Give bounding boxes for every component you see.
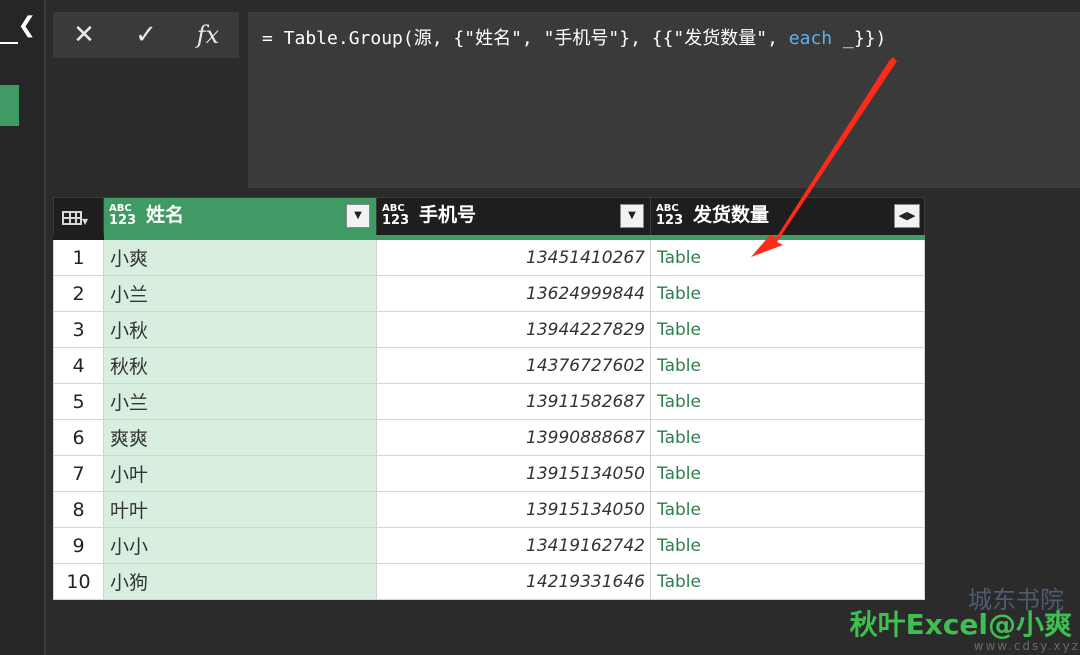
any-type-icon[interactable]: ABC 123 [109, 203, 137, 227]
row-number[interactable]: 5 [53, 383, 104, 420]
row-number[interactable]: 1 [53, 237, 104, 276]
fx-icon[interactable]: fx [183, 12, 233, 58]
cell-name[interactable]: 小秋 [103, 311, 377, 348]
formula-suffix: _}}) [832, 28, 887, 49]
active-query-indicator[interactable] [0, 85, 19, 126]
table-row: 10 小狗 14219331646 Table [53, 563, 925, 600]
cell-phone[interactable]: 13915134050 [376, 491, 651, 528]
table-row: 1 小爽 13451410267 Table [53, 237, 925, 276]
cell-table-link[interactable]: Table [650, 275, 925, 312]
chevron-left-icon: ❮ [17, 13, 36, 38]
cell-phone[interactable]: 13944227829 [376, 311, 651, 348]
close-icon[interactable]: ✕ [59, 12, 109, 58]
queries-pane-collapsed: ❮ [0, 0, 46, 655]
column-title: 姓名 [146, 204, 185, 226]
row-number[interactable]: 4 [53, 347, 104, 384]
row-number[interactable]: 6 [53, 419, 104, 456]
cell-table-link[interactable]: Table [650, 237, 925, 276]
power-query-editor: ❮ ✕ ✓ fx = Table.Group(源, {"姓名", "手机号"},… [0, 0, 1080, 655]
formula-prefix: = Table.Group(源, {"姓名", "手机号"}, {{"发货数量"… [262, 28, 789, 49]
row-number[interactable]: 7 [53, 455, 104, 492]
cell-phone[interactable]: 14219331646 [376, 563, 651, 600]
row-number[interactable]: 3 [53, 311, 104, 348]
cell-table-link[interactable]: Table [650, 383, 925, 420]
column-title: 手机号 [419, 204, 477, 226]
column-header-phone[interactable]: ABC 123 手机号 ▼ [376, 197, 651, 240]
expand-column-icon[interactable]: ◀▶ [894, 204, 920, 228]
row-number[interactable]: 2 [53, 275, 104, 312]
cell-phone[interactable]: 13911582687 [376, 383, 651, 420]
table-row: 9 小小 13419162742 Table [53, 527, 925, 564]
row-number[interactable]: 8 [53, 491, 104, 528]
cell-table-link[interactable]: Table [650, 527, 925, 564]
cell-name[interactable]: 小小 [103, 527, 377, 564]
formula-bar[interactable]: = Table.Group(源, {"姓名", "手机号"}, {{"发货数量"… [248, 12, 1080, 188]
cell-table-link[interactable]: Table [650, 491, 925, 528]
column-header-name[interactable]: ABC 123 姓名 ▼ [103, 197, 377, 240]
table-row: 5 小兰 13911582687 Table [53, 383, 925, 420]
cell-name[interactable]: 小兰 [103, 275, 377, 312]
cell-name[interactable]: 叶叶 [103, 491, 377, 528]
formula-controls: ✕ ✓ fx [53, 12, 239, 58]
cell-phone[interactable]: 13990888687 [376, 419, 651, 456]
table-row: 2 小兰 13624999844 Table [53, 275, 925, 312]
cell-name[interactable]: 爽爽 [103, 419, 377, 456]
cell-phone[interactable]: 13419162742 [376, 527, 651, 564]
formula-keyword: each [788, 28, 833, 49]
cell-name[interactable]: 小爽 [103, 237, 377, 276]
filter-dropdown-icon[interactable]: ▼ [346, 204, 370, 228]
cell-table-link[interactable]: Table [650, 455, 925, 492]
cell-name[interactable]: 小叶 [103, 455, 377, 492]
cell-table-link[interactable]: Table [650, 563, 925, 600]
cell-table-link[interactable]: Table [650, 347, 925, 384]
table-row: 8 叶叶 13915134050 Table [53, 491, 925, 528]
filter-dropdown-icon[interactable]: ▼ [620, 204, 644, 228]
row-number[interactable]: 9 [53, 527, 104, 564]
table-row: 3 小秋 13944227829 Table [53, 311, 925, 348]
cell-phone[interactable]: 14376727602 [376, 347, 651, 384]
table-grid-icon [62, 210, 82, 225]
cell-phone[interactable]: 13451410267 [376, 237, 651, 276]
table-row: 7 小叶 13915134050 Table [53, 455, 925, 492]
column-title: 发货数量 [693, 204, 770, 226]
table-row: 4 秋秋 14376727602 Table [53, 347, 925, 384]
cell-table-link[interactable]: Table [650, 419, 925, 456]
row-number[interactable]: 10 [53, 563, 104, 600]
cell-phone[interactable]: 13915134050 [376, 455, 651, 492]
check-icon[interactable]: ✓ [121, 12, 171, 58]
cell-table-link[interactable]: Table [650, 311, 925, 348]
underline-mark [0, 42, 18, 44]
cell-name[interactable]: 小狗 [103, 563, 377, 600]
watermark-brand: 秋叶Excel@小爽 [849, 608, 1072, 641]
table-row: 6 爽爽 13990888687 Table [53, 419, 925, 456]
cell-name[interactable]: 小兰 [103, 383, 377, 420]
header-row: ▼ ABC 123 姓名 ▼ ABC 123 手机号 ▼ ABC 123 发货数量 ◀… [53, 197, 925, 240]
table-menu-corner[interactable]: ▼ [53, 197, 104, 240]
watermark-url: www.cdsy.xyz [973, 639, 1080, 653]
collapse-pane-button[interactable]: ❮ [0, 8, 36, 44]
cell-name[interactable]: 秋秋 [103, 347, 377, 384]
column-header-quantity[interactable]: ABC 123 发货数量 ◀▶ [650, 197, 925, 240]
caret-down-icon: ▼ [82, 217, 89, 226]
formula-text[interactable]: = Table.Group(源, {"姓名", "手机号"}, {{"发货数量"… [262, 24, 886, 50]
cell-phone[interactable]: 13624999844 [376, 275, 651, 312]
data-grid: ▼ ABC 123 姓名 ▼ ABC 123 手机号 ▼ ABC 123 发货数量 ◀… [53, 197, 925, 600]
any-type-icon[interactable]: ABC 123 [382, 203, 410, 227]
any-type-icon[interactable]: ABC 123 [656, 203, 684, 227]
